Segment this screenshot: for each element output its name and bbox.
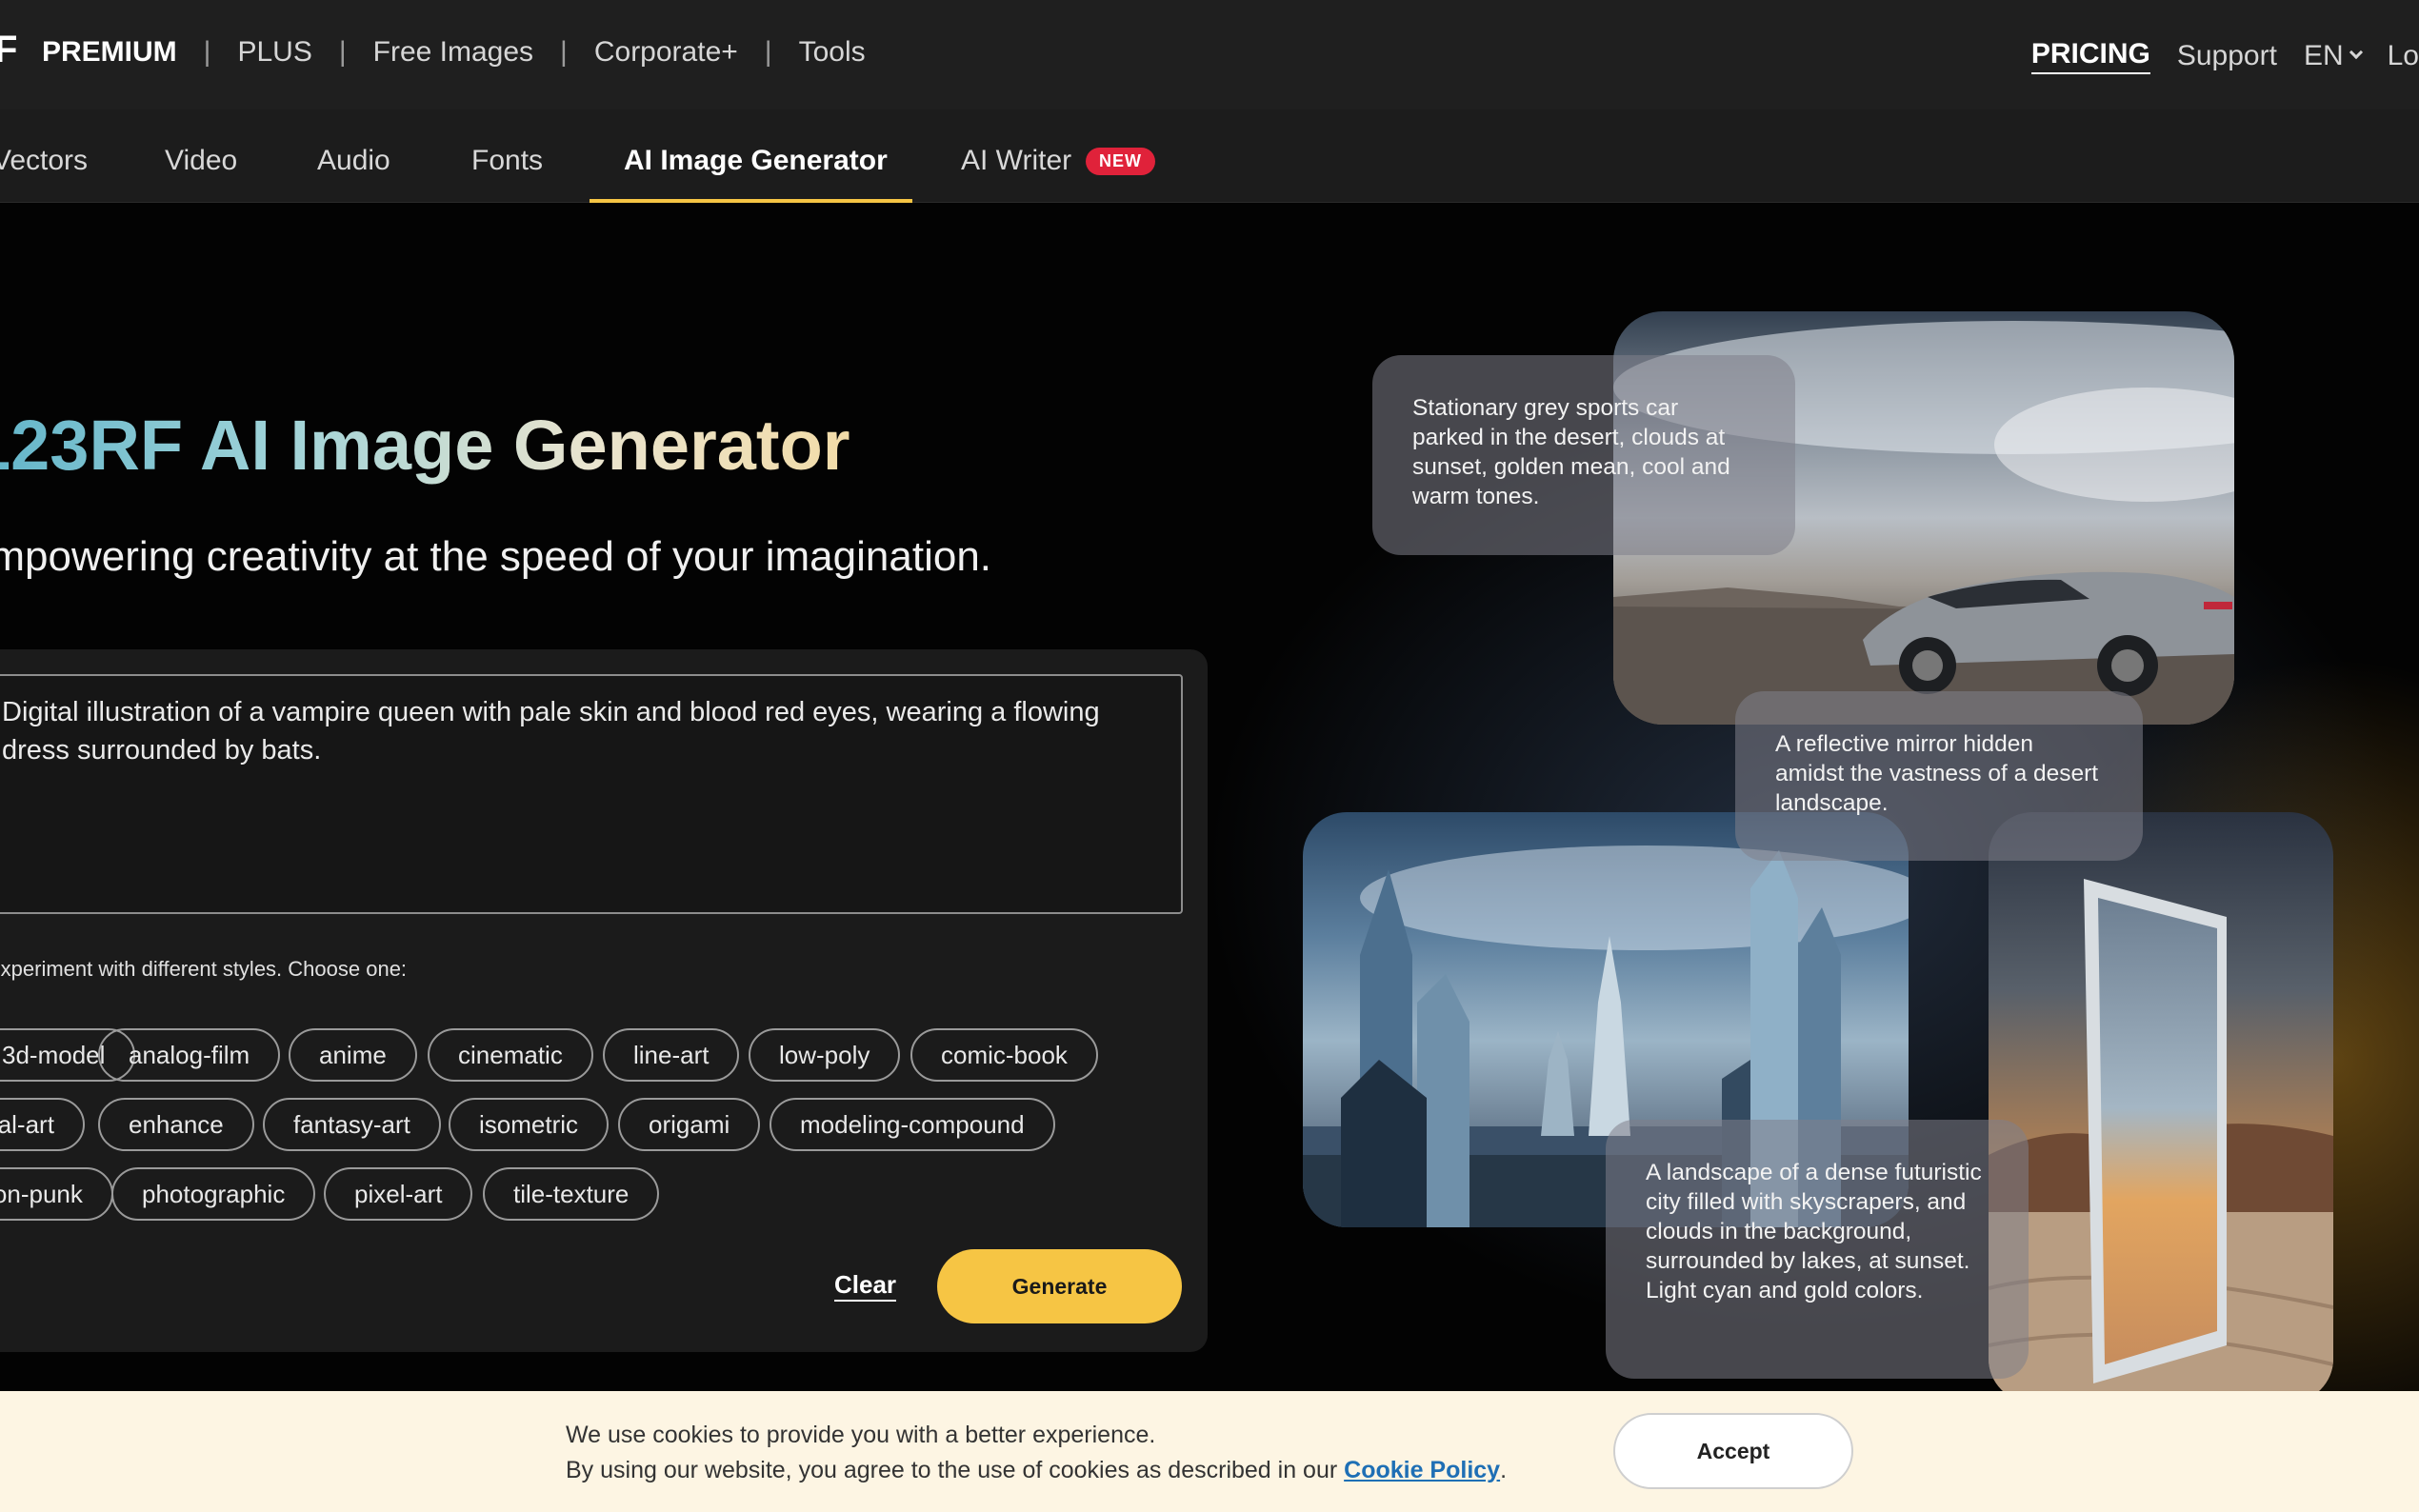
- top-navigation-bar: F PREMIUM | PLUS | Free Images | Corpora…: [0, 0, 2419, 109]
- style-chip[interactable]: cinematic: [428, 1028, 593, 1082]
- support-link[interactable]: Support: [2177, 40, 2277, 72]
- style-chip[interactable]: line-art: [603, 1028, 740, 1082]
- logo-fragment[interactable]: F: [0, 29, 17, 71]
- style-chip[interactable]: neon-punk: [0, 1167, 113, 1221]
- styles-hint: Experiment with different styles. Choose…: [0, 957, 408, 981]
- top-right-nav: PRICING Support EN Lo: [2030, 38, 2419, 74]
- nav-plus[interactable]: PLUS: [237, 36, 311, 69]
- style-chip[interactable]: low-poly: [749, 1028, 901, 1082]
- tab-fonts[interactable]: Fonts: [471, 145, 543, 177]
- style-chip[interactable]: digital-art: [0, 1098, 85, 1151]
- nav-premium[interactable]: PREMIUM: [42, 36, 177, 69]
- nav-separator: |: [203, 36, 211, 68]
- nav-separator: |: [338, 36, 347, 68]
- style-chip[interactable]: enhance: [98, 1098, 254, 1151]
- nav-tools[interactable]: Tools: [799, 36, 866, 69]
- nav-free-images[interactable]: Free Images: [373, 36, 533, 69]
- tab-ai-image-generator[interactable]: AI Image Generator: [624, 145, 888, 177]
- cookie-policy-link[interactable]: Cookie Policy: [1344, 1457, 1500, 1483]
- caption-sports-car: Stationary grey sports car parked in the…: [1372, 355, 1795, 555]
- generate-button[interactable]: Generate: [937, 1249, 1182, 1323]
- new-badge: NEW: [1086, 148, 1155, 175]
- tab-ai-writer[interactable]: AI Writer: [961, 145, 1071, 177]
- style-chip[interactable]: modeling-compound: [770, 1098, 1055, 1151]
- mirror-illustration: [1989, 879, 2333, 1403]
- style-chip[interactable]: pixel-art: [324, 1167, 473, 1221]
- style-chip[interactable]: anime: [289, 1028, 417, 1082]
- tab-video[interactable]: Video: [165, 145, 237, 177]
- cookie-line-2-text: By using our website, you agree to the u…: [566, 1457, 1345, 1483]
- chevron-down-icon: [2349, 45, 2363, 60]
- page-subtitle: Empowering creativity at the speed of yo…: [0, 533, 992, 580]
- cookie-line-2: By using our website, you agree to the u…: [566, 1453, 1507, 1488]
- style-chip[interactable]: isometric: [449, 1098, 610, 1151]
- style-chip[interactable]: comic-book: [910, 1028, 1098, 1082]
- desert-mirror-image: [1989, 812, 2333, 1403]
- cookie-message: We use cookies to provide you with a bet…: [566, 1418, 1507, 1488]
- language-selector[interactable]: EN: [2303, 40, 2363, 72]
- accept-cookies-button[interactable]: Accept: [1613, 1413, 1853, 1489]
- language-label: EN: [2303, 40, 2344, 71]
- cookie-line-2-end: .: [1500, 1457, 1508, 1483]
- category-tabs: Vectors Video Audio Fonts AI Image Gener…: [0, 109, 2419, 203]
- style-chip[interactable]: origami: [618, 1098, 761, 1151]
- caption-mirror: A reflective mirror hidden amidst the va…: [1735, 691, 2143, 861]
- page-title: 123RF AI Image Generator: [0, 405, 850, 486]
- clear-button[interactable]: Clear: [834, 1270, 897, 1302]
- pricing-link[interactable]: PRICING: [2030, 38, 2150, 74]
- caption-city: A landscape of a dense futuristic city f…: [1606, 1120, 2029, 1379]
- cookie-banner: We use cookies to provide you with a bet…: [0, 1391, 2419, 1512]
- tab-audio[interactable]: Audio: [317, 145, 390, 177]
- tab-vectors[interactable]: Vectors: [0, 145, 88, 177]
- login-link[interactable]: Lo: [2388, 40, 2419, 72]
- style-chip[interactable]: fantasy-art: [263, 1098, 441, 1151]
- top-nav: PREMIUM | PLUS | Free Images | Corporate…: [42, 36, 866, 69]
- nav-corporate-plus[interactable]: Corporate+: [594, 36, 738, 69]
- style-chip[interactable]: photographic: [111, 1167, 316, 1221]
- nav-separator: |: [764, 36, 772, 68]
- cookie-line-1: We use cookies to provide you with a bet…: [566, 1422, 1156, 1448]
- style-chip[interactable]: tile-texture: [483, 1167, 660, 1221]
- style-chip[interactable]: analog-film: [98, 1028, 281, 1082]
- nav-separator: |: [560, 36, 568, 68]
- prompt-input[interactable]: Digital illustration of a vampire queen …: [0, 674, 1183, 914]
